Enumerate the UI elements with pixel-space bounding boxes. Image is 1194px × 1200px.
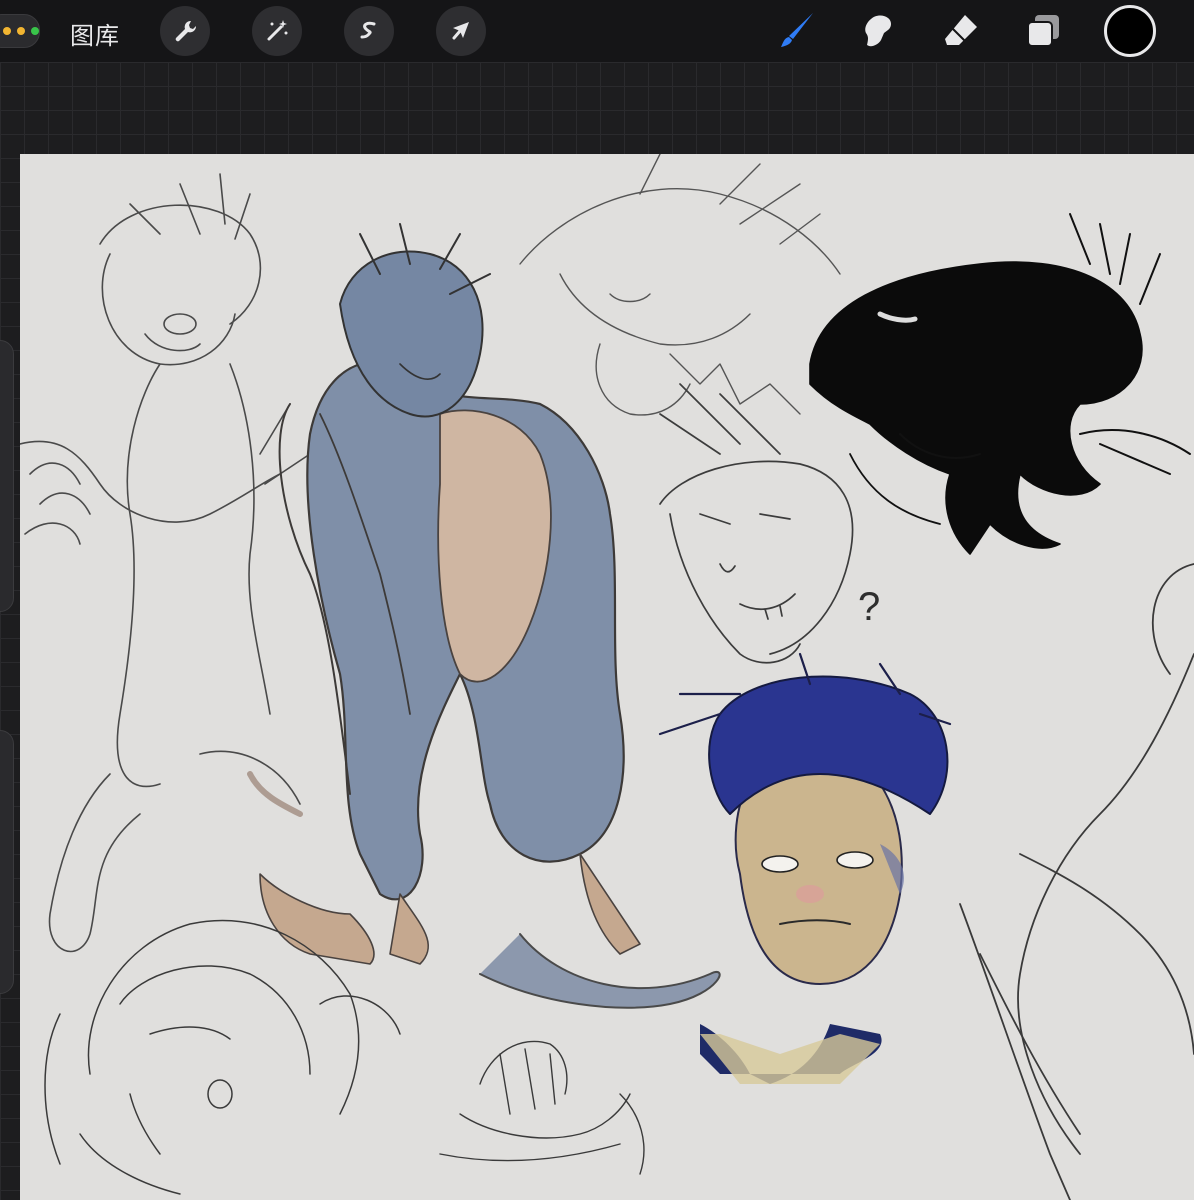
ink-head-right (809, 213, 1191, 555)
eraser-icon (945, 15, 977, 45)
magic-wand-icon (267, 20, 288, 41)
transform-button[interactable] (436, 6, 486, 56)
sketch-figure-left (20, 173, 311, 953)
smudge-tool-button[interactable] (856, 8, 902, 54)
adjustments-button[interactable] (252, 6, 302, 56)
layers-icon (1027, 15, 1059, 47)
sketch-figure-right-edge (959, 563, 1194, 1200)
window-dot-yellow[interactable] (3, 27, 11, 35)
color-picker-button[interactable] (1104, 5, 1156, 57)
gallery-button[interactable]: 图库 (70, 16, 120, 51)
actions-button[interactable] (160, 6, 210, 56)
move-arrow-icon (452, 22, 469, 40)
window-dot-yellow-2[interactable] (17, 27, 25, 35)
smudge-icon (865, 15, 891, 47)
sketch-hand-bottom (439, 1040, 645, 1175)
sketch-girl-bottom-left (44, 919, 401, 1195)
color-head-bottom (658, 652, 952, 1084)
sketch-head-middle (659, 383, 854, 664)
brush-tool-button[interactable] (774, 8, 820, 54)
brush-size-slider[interactable] (0, 340, 14, 612)
sketch-artwork: ? (20, 154, 1194, 1200)
eraser-tool-button[interactable] (938, 8, 984, 54)
drawing-canvas[interactable]: ? (20, 154, 1194, 1200)
top-toolbar: 图库 (0, 0, 1194, 62)
wrench-icon (175, 20, 197, 42)
sketch-head-top-center (519, 154, 841, 416)
selection-s-icon (360, 21, 376, 39)
question-mark-text: ? (858, 585, 880, 629)
brush-icon (781, 13, 813, 47)
window-controls[interactable] (0, 14, 40, 48)
layers-button[interactable] (1021, 8, 1067, 54)
selection-button[interactable] (344, 6, 394, 56)
window-dot-green[interactable] (31, 27, 39, 35)
brush-opacity-slider[interactable] (0, 730, 14, 994)
